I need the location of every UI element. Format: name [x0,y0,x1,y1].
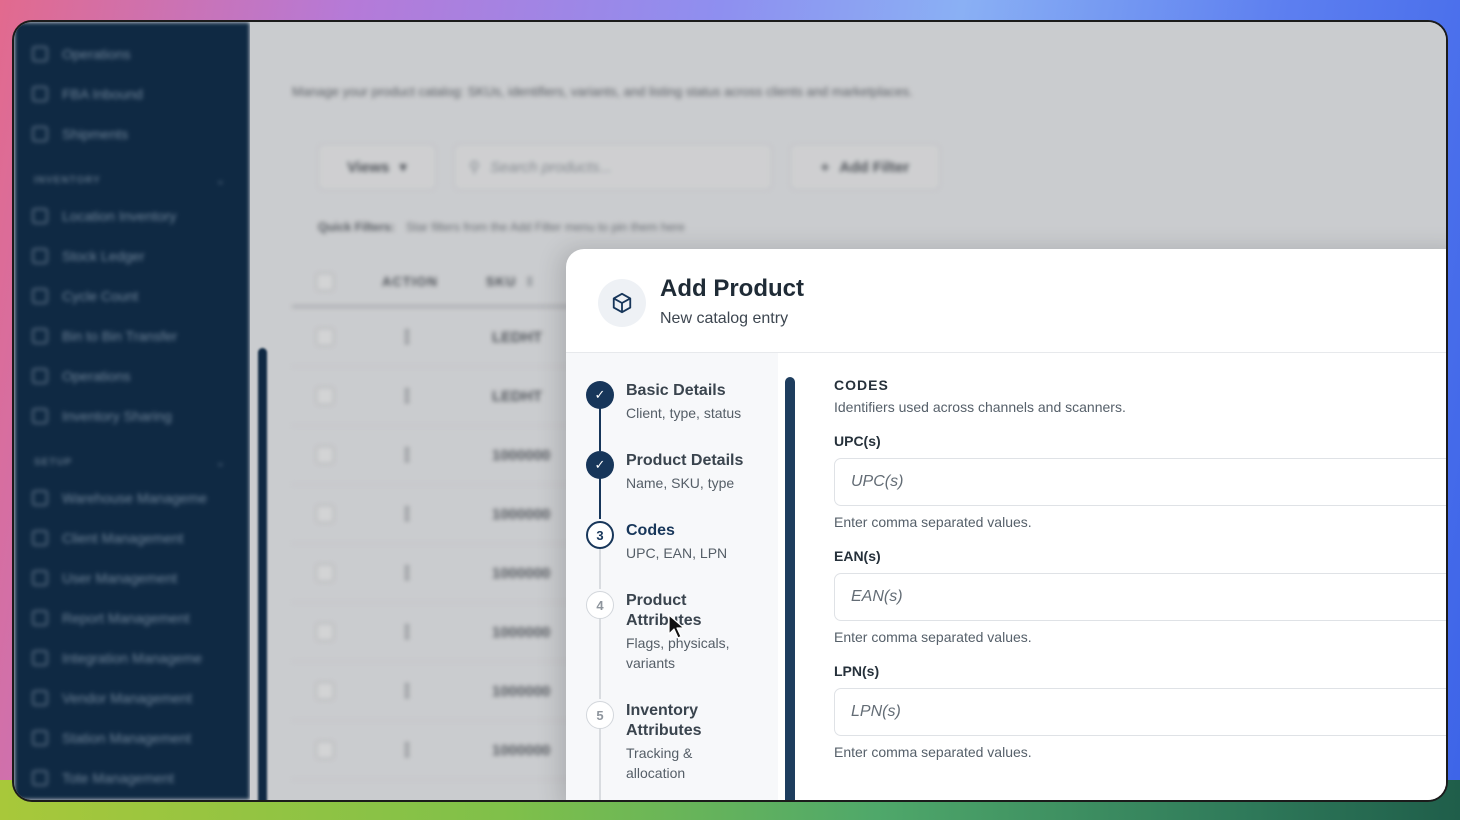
stepper-scrollbar[interactable] [785,377,795,800]
cycle-icon [32,288,48,304]
tote-icon [32,770,48,786]
ledger-icon [32,248,48,264]
chevron-down-icon: ⌄ [215,456,226,469]
sidebar-item-label: Shipments [62,126,129,142]
sidebar-item-label: Operations [62,46,131,62]
sidebar-item-warehouse[interactable]: Warehouse Manageme [14,478,250,518]
check-icon: ✓ [586,451,614,479]
sidebar-item-label: Tote Management [62,770,175,786]
sidebar-item-station[interactable]: Station Management [14,718,250,758]
integration-icon [32,650,48,666]
sidebar-item-stock-ledger[interactable]: Stock Ledger [14,236,250,276]
section-description: Identifiers used across channels and sca… [834,399,1126,415]
sidebar-item-label: Bin to Bin Transfer [62,328,178,344]
ean-hint: Enter comma separated values. [834,629,1032,645]
sidebar-item-label: Cycle Count [62,288,139,304]
sidebar-item-label: User Management [62,570,178,586]
operations-icon [32,368,48,384]
sidebar-item-label: Station Management [62,730,192,746]
sidebar-item-label: Stock Ledger [62,248,145,264]
sidebar-item-label: Integration Manageme [62,650,203,666]
upc-input[interactable] [834,458,1446,506]
transfer-icon [32,328,48,344]
sidebar-section-inventory[interactable]: INVENTORY ⌄ [14,154,250,196]
check-icon: ✓ [586,381,614,409]
location-icon [32,208,48,224]
chevron-down-icon: ⌄ [215,174,226,187]
client-icon [32,530,48,546]
report-icon [32,610,48,626]
sidebar-item-label: Operations [62,368,131,384]
sidebar-item-label: Report Management [62,610,190,626]
stepper: ✓ Basic Details Client, type, status ✓ P… [566,353,778,800]
share-icon [32,408,48,424]
station-icon [32,730,48,746]
sidebar-section-setup[interactable]: SETUP ⌄ [14,436,250,478]
sidebar-item-user[interactable]: User Management [14,558,250,598]
sidebar-item-bin-transfer[interactable]: Bin to Bin Transfer [14,316,250,356]
user-icon [32,570,48,586]
sidebar-item-label: Vendor Management [62,690,192,706]
step-number: 3 [586,521,614,549]
step-product-details[interactable]: ✓ Product Details Name, SKU, type [586,451,776,493]
sidebar-item-label: Inventory Sharing [62,408,172,424]
lpn-label: LPN(s) [834,663,880,679]
modal-subtitle: New catalog entry [660,310,789,327]
sidebar-item-operations[interactable]: Operations [14,34,250,74]
sidebar-item-client[interactable]: Client Management [14,518,250,558]
inbound-icon [32,86,48,102]
modal-title: Add Product [660,275,804,302]
upc-hint: Enter comma separated values. [834,514,1032,530]
sidebar-item-label: Location Inventory [62,208,177,224]
sidebar: Operations FBA Inbound Shipments INVENTO… [14,22,250,800]
ean-label: EAN(s) [834,548,881,564]
sidebar-item-vendor[interactable]: Vendor Management [14,678,250,718]
sidebar-item-label: Client Management [62,530,184,546]
sidebar-item-label: FBA Inbound [62,86,143,102]
ean-input[interactable] [834,573,1446,621]
step-number: 5 [586,701,614,729]
upc-label: UPC(s) [834,433,881,449]
sidebar-item-report[interactable]: Report Management [14,598,250,638]
app-window: Operations FBA Inbound Shipments INVENTO… [14,22,1446,800]
sidebar-item-cycle-count[interactable]: Cycle Count [14,276,250,316]
codes-form: CODES Identifiers used across channels a… [834,353,1446,760]
step-inventory-attributes[interactable]: 5 Inventory Attributes Tracking & alloca… [586,701,776,783]
sidebar-item-location-inventory[interactable]: Location Inventory [14,196,250,236]
lpn-hint: Enter comma separated values. [834,744,1032,760]
sidebar-item-inventory-sharing[interactable]: Inventory Sharing [14,396,250,436]
modal-header: Add Product New catalog entry [566,249,1446,353]
warehouse-icon [32,490,48,506]
section-title: CODES [834,377,889,393]
box-icon [598,279,646,327]
sidebar-item-operations-2[interactable]: Operations [14,356,250,396]
sidebar-scrollbar[interactable] [258,348,267,800]
sidebar-item-shipments[interactable]: Shipments [14,114,250,154]
sidebar-item-label: Warehouse Manageme [62,490,208,506]
sidebar-item-tote[interactable]: Tote Management [14,758,250,798]
truck-icon [32,126,48,142]
add-product-modal: Add Product New catalog entry ✓ Basic De… [566,249,1446,800]
sidebar-item-fba-inbound[interactable]: FBA Inbound [14,74,250,114]
mouse-cursor-icon [668,614,685,639]
step-basic-details[interactable]: ✓ Basic Details Client, type, status [586,381,776,423]
step-number: 4 [586,591,614,619]
step-codes[interactable]: 3 Codes UPC, EAN, LPN [586,521,776,563]
sidebar-item-integration[interactable]: Integration Manageme [14,638,250,678]
operations-icon [32,46,48,62]
vendor-icon [32,690,48,706]
lpn-input[interactable] [834,688,1446,736]
